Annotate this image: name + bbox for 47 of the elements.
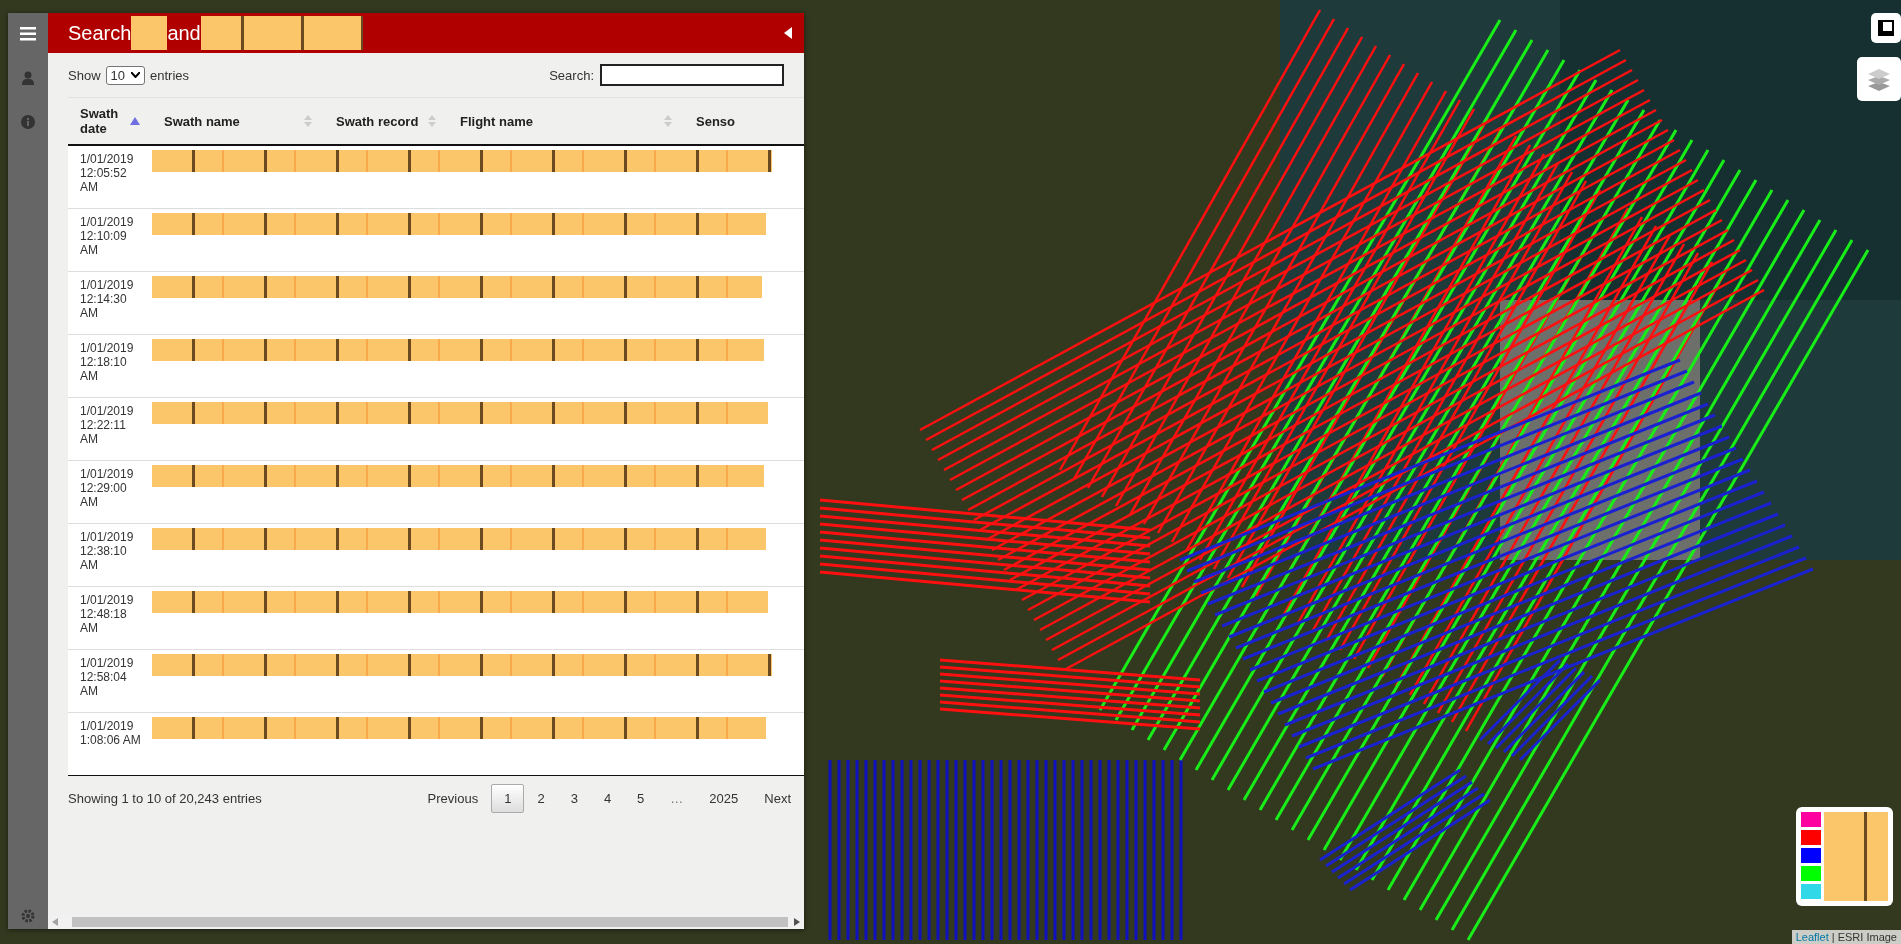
panel-title: and	[167, 21, 201, 45]
sort-ascending-icon[interactable]	[130, 117, 140, 125]
table-cell-text: 1/01/2019 12:18:10 AM	[79, 340, 135, 385]
pagination-link[interactable]: Previous	[414, 783, 492, 813]
search-label: Search:	[549, 67, 594, 83]
horizontal-scrollbar[interactable]	[48, 915, 804, 929]
table-cell-text: 1/01/2019 12:38:10 AM	[79, 529, 135, 574]
collapse-icon[interactable]	[784, 27, 792, 39]
entries-info: Showing 1 to 10 of 20,243 entries	[68, 790, 262, 806]
entries-label: entries	[150, 67, 190, 83]
search-field[interactable]	[600, 64, 784, 86]
page-button[interactable]: 4	[590, 783, 625, 813]
panel-title: Search	[68, 21, 132, 45]
page-button[interactable]: 5	[624, 783, 658, 813]
table-cell-text: 1/01/2019 12:29:00 AM	[79, 466, 135, 511]
table-cell-text: 1/01/2019 12:22:11 AM	[79, 403, 135, 448]
ruler-square-icon[interactable]	[1878, 20, 1894, 36]
page-button[interactable]: 2	[524, 783, 558, 813]
table-cell-text: 1/01/2019 12:58:04 AM	[79, 655, 135, 700]
redaction-block	[131, 16, 168, 50]
ellipsis: …	[669, 789, 685, 808]
table-cell-text: 1/01/2019 12:48:18 AM	[79, 592, 135, 637]
scroll-left-icon[interactable]	[52, 918, 58, 926]
show-label: Show	[68, 67, 101, 83]
column-header[interactable]: Swath name	[164, 113, 240, 129]
measure-button[interactable]	[1871, 13, 1901, 43]
table-cell-text: 1/01/2019 12:10:09 AM	[79, 214, 135, 259]
table-cell-text: 1/01/2019 12:14:30 AM	[79, 277, 135, 322]
column-header[interactable]: Flight name	[460, 113, 533, 129]
column-header[interactable]: Swath date	[80, 106, 120, 136]
page-button[interactable]: 3	[557, 783, 591, 813]
scroll-right-icon[interactable]	[794, 918, 800, 926]
table-cell-text: 1/01/2019 1:08:06 AM	[79, 718, 142, 749]
redaction-block	[320, 16, 363, 50]
page-button[interactable]: 1	[491, 783, 525, 813]
pagination-link[interactable]: Next	[751, 783, 804, 813]
column-header[interactable]: Swath record	[336, 113, 419, 129]
table-cell-text: 1/01/2019 12:05:52 AM	[79, 151, 135, 196]
attribution-text: ESRI Image	[1837, 931, 1897, 943]
entries-select[interactable]: 10	[105, 65, 145, 85]
layers-icon[interactable]	[1866, 66, 1892, 92]
caret-icon[interactable]	[131, 72, 140, 78]
redaction-block	[200, 16, 261, 50]
column-header[interactable]: Senso	[696, 113, 735, 129]
layers-button[interactable]	[1857, 57, 1901, 101]
page-button[interactable]: 2025	[696, 783, 752, 813]
separator: |	[1831, 931, 1835, 943]
